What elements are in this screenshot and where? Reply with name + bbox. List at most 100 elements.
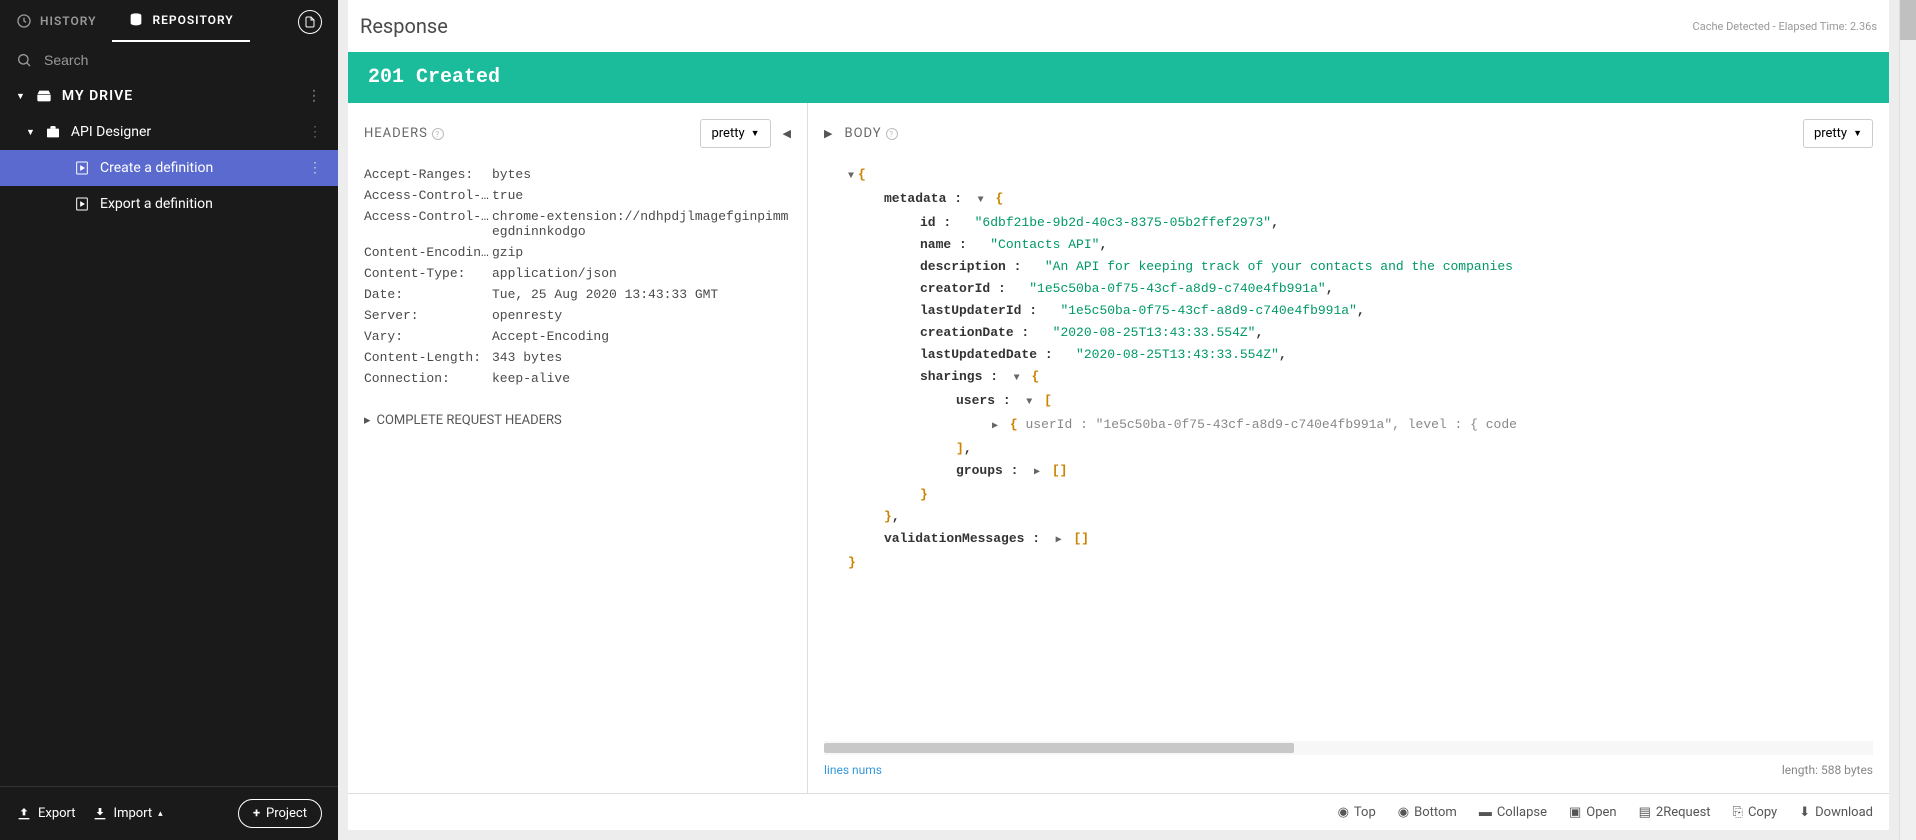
select-label: pretty: [1814, 126, 1847, 141]
open-button[interactable]: ▣Open: [1569, 804, 1617, 820]
download-button[interactable]: ⬇Download: [1799, 804, 1873, 820]
body-panel-head: ▶ BODY ? pretty ▼: [824, 119, 1873, 148]
header-row: Access-Control-Al…true: [364, 185, 791, 206]
header-row: Content-Type:application/json: [364, 263, 791, 284]
search-icon: [16, 52, 32, 68]
btn-label: Import: [114, 806, 153, 821]
select-label: pretty: [711, 126, 744, 141]
export-button[interactable]: Export: [16, 806, 76, 822]
more-icon[interactable]: ⋮: [308, 160, 322, 176]
sidebar-item-project[interactable]: ▼ API Designer ⋮: [0, 114, 338, 150]
toggle-icon[interactable]: ▼: [1014, 373, 1020, 384]
toggle-icon[interactable]: ▶: [1056, 535, 1062, 546]
drive-header[interactable]: ▼ MY DRIVE ⋮: [0, 78, 338, 114]
body-footer: lines nums length: 588 bytes: [824, 755, 1873, 777]
download-icon: [92, 806, 108, 822]
btn-label: Export: [38, 806, 76, 821]
complete-request-headers[interactable]: ▸ COMPLETE REQUEST HEADERS: [364, 413, 791, 428]
collapse-icon: ▬: [1479, 804, 1492, 820]
caret-down-icon: ▼: [751, 128, 760, 139]
header-row: Vary:Accept-Encoding: [364, 326, 791, 347]
collapse-button[interactable]: ▬Collapse: [1479, 804, 1547, 820]
tab-history[interactable]: HISTORY: [0, 0, 112, 42]
circle-up-icon: ◉: [1338, 805, 1349, 820]
sidebar-footer: Export Import ▴ + Project: [0, 786, 338, 840]
bottom-button[interactable]: ◉Bottom: [1398, 804, 1457, 820]
header-key: Vary:: [364, 329, 492, 344]
circle-down-icon: ◉: [1398, 805, 1409, 820]
help-icon[interactable]: ?: [432, 128, 444, 140]
torequest-button[interactable]: ▤2Request: [1639, 804, 1711, 820]
btn-label: Project: [266, 806, 307, 821]
sidebar-item-create-definition[interactable]: Create a definition ⋮: [0, 150, 338, 186]
toggle-icon[interactable]: ▼: [978, 195, 984, 206]
header-value: true: [492, 188, 791, 203]
sidebar: HISTORY REPOSITORY ▼ MY DRIVE ⋮ ▼ API De…: [0, 0, 338, 840]
headers-title: HEADERS ?: [364, 126, 444, 141]
body-panel: ▶ BODY ? pretty ▼ ▼{ metadata : ▼ { id :…: [808, 103, 1889, 793]
header-key: Server:: [364, 308, 492, 323]
caret-down-icon: ▼: [1853, 128, 1862, 139]
play-file-icon: [74, 196, 90, 212]
project-button[interactable]: + Project: [238, 799, 322, 828]
sidebar-item-label: API Designer: [71, 124, 151, 140]
header-value: Accept-Encoding: [492, 329, 791, 344]
header-key: Date:: [364, 287, 492, 302]
tab-repository[interactable]: REPOSITORY: [112, 0, 249, 42]
toggle-icon[interactable]: ▼: [848, 171, 854, 182]
action-bar: ◉Top ◉Bottom ▬Collapse ▣Open ▤2Request ⎘…: [348, 793, 1889, 830]
top-button[interactable]: ◉Top: [1338, 804, 1376, 820]
status-bar: 201 Created: [348, 52, 1889, 103]
body-title: BODY ?: [844, 126, 897, 141]
header-value: keep-alive: [492, 371, 791, 386]
more-icon[interactable]: ⋮: [308, 124, 322, 140]
header-key: Content-Type:: [364, 266, 492, 281]
header-row: Content-Length:343 bytes: [364, 347, 791, 368]
drive-icon: [36, 88, 52, 104]
header-row: Access-Control-Al…chrome-extension://ndh…: [364, 206, 791, 242]
header-key: Accept-Ranges:: [364, 167, 492, 182]
import-button[interactable]: Import ▴: [92, 806, 163, 822]
sidebar-item-label: Export a definition: [100, 196, 213, 212]
tab-label: HISTORY: [40, 14, 96, 28]
toggle-icon[interactable]: ▼: [1026, 397, 1032, 408]
cache-text: Cache Detected - Elapsed Time: 2.36s: [1693, 20, 1877, 33]
format-select[interactable]: pretty ▼: [1803, 119, 1873, 148]
lines-nums-toggle[interactable]: lines nums: [824, 763, 882, 777]
header-key: Content-Encoding:: [364, 245, 492, 260]
history-icon: [16, 13, 32, 29]
panels: HEADERS ? pretty ▼ ◀ Accept-Ranges:bytes…: [348, 103, 1889, 793]
header-row: Connection:keep-alive: [364, 368, 791, 389]
caret-down-icon: ▼: [26, 127, 35, 138]
collapse-arrow-left[interactable]: ◀: [783, 127, 791, 140]
vertical-scrollbar[interactable]: [1899, 0, 1916, 840]
caret-right-icon: ▸: [364, 413, 371, 428]
header-row: Date:Tue, 25 Aug 2020 13:43:33 GMT: [364, 284, 791, 305]
caret-up-icon: ▴: [158, 809, 163, 819]
search-row: [0, 42, 338, 78]
expand-arrow-right[interactable]: ▶: [824, 127, 832, 140]
header-row: Content-Encoding:gzip: [364, 242, 791, 263]
header-value: Tue, 25 Aug 2020 13:43:33 GMT: [492, 287, 791, 302]
tab-label: REPOSITORY: [152, 13, 233, 27]
add-circle-button[interactable]: [298, 10, 322, 34]
copy-button[interactable]: ⎘Copy: [1733, 804, 1778, 820]
request-icon: ▤: [1639, 805, 1651, 820]
open-icon: ▣: [1569, 805, 1581, 820]
plus-icon: +: [253, 806, 260, 821]
toggle-icon[interactable]: ▶: [1034, 467, 1040, 478]
search-input[interactable]: [44, 52, 322, 68]
headers-panel-head: HEADERS ? pretty ▼ ◀: [364, 119, 791, 148]
json-viewer[interactable]: ▼{ metadata : ▼ { id : "6dbf21be-9b2d-40…: [824, 164, 1873, 741]
sidebar-item-export-definition[interactable]: Export a definition: [0, 186, 338, 222]
toggle-icon[interactable]: ▶: [992, 421, 998, 432]
caret-down-icon: ▼: [16, 91, 26, 102]
header-value: application/json: [492, 266, 791, 281]
header-value: bytes: [492, 167, 791, 182]
more-icon[interactable]: ⋮: [307, 88, 322, 104]
play-file-icon: [74, 160, 90, 176]
horizontal-scrollbar[interactable]: [824, 741, 1873, 755]
help-icon[interactable]: ?: [886, 128, 898, 140]
format-select[interactable]: pretty ▼: [700, 119, 770, 148]
complete-label: COMPLETE REQUEST HEADERS: [377, 413, 562, 428]
